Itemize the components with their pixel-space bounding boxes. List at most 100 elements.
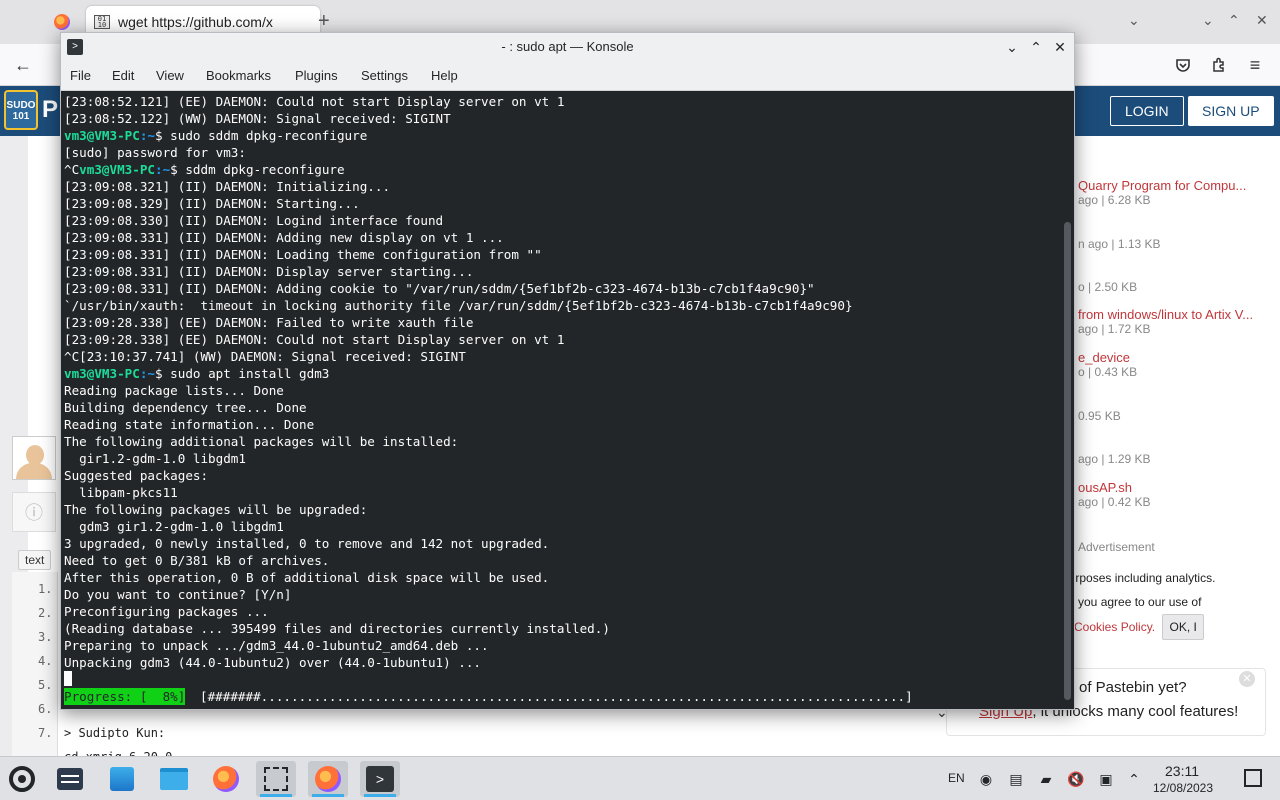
signup-button[interactable]: SIGN UP [1188,96,1274,126]
terminal-line: gdm3 gir1.2-gdm-1.0 libgdm1 [64,519,284,534]
spectacle-icon[interactable] [256,761,296,797]
paste-meta: o | 2.50 KB [1078,280,1138,294]
discover-store-icon[interactable] [102,761,142,797]
tab-list-chevron-icon[interactable]: ⌄ [1128,12,1140,29]
menu-bookmarks[interactable]: Bookmarks [206,68,271,83]
konsole-icon[interactable]: > [360,761,400,797]
firefox-active-icon[interactable] [308,761,348,797]
clipboard-icon[interactable]: ▤ [1006,769,1026,789]
cookie-ok-button[interactable]: OK, I [1162,614,1204,640]
terminal-line: [23:09:08.331] (II) DAEMON: Adding cooki… [64,281,815,296]
terminal-line: Building dependency tree... Done [64,400,307,415]
menu-settings[interactable]: Settings [361,68,408,83]
terminal-lines: [23:08:52.121] (EE) DAEMON: Could not st… [64,93,853,671]
list-item[interactable]: o | 2.50 KB [1078,265,1137,294]
paste-title-link[interactable]: ousAP.sh [1078,480,1151,495]
terminal-line: [23:09:08.331] (II) DAEMON: Adding new d… [64,230,504,245]
list-item[interactable]: 0.95 KB [1078,394,1121,423]
line-number: 1. [38,582,53,596]
pastebin-brand[interactable]: P [42,96,58,124]
clock-date[interactable]: 12/08/2023 [1148,781,1218,795]
window-titlebar[interactable]: - : sudo apt — Konsole > ⌄ ⌃ ✕ [61,33,1074,61]
extensions-icon[interactable] [1206,52,1232,78]
cookie-text-line: in, you agree to our use of [1062,595,1202,609]
window-maximize-icon[interactable]: ⌃ [1228,12,1240,29]
terminal-line: [23:09:08.331] (II) DAEMON: Display serv… [64,264,474,279]
chevron-up-icon[interactable]: ⌃ [1124,769,1144,789]
list-item[interactable]: ago | 1.29 KB [1078,437,1151,466]
notifications-icon[interactable]: ▰ [1036,769,1056,789]
menu-icon[interactable]: ≡ [1242,52,1268,78]
application-launcher-icon[interactable] [2,761,42,797]
prompt-path: :~ [139,128,155,143]
terminal-line: gir1.2-gdm-1.0 libgdm1 [64,451,246,466]
volume-muted-icon[interactable]: 🔇 [1066,769,1086,789]
window-close-icon[interactable]: ✕ [1050,37,1070,57]
close-icon[interactable]: ✕ [1239,671,1255,687]
arrow-left-icon[interactable]: ← [10,52,36,78]
list-item[interactable]: Quarry Program for Compu... ago | 6.28 K… [1078,178,1246,207]
paste-title-link[interactable] [1078,265,1137,280]
paste-title-link[interactable] [1078,394,1121,409]
firefox-icon[interactable] [206,761,246,797]
keyboard-layout-indicator[interactable]: EN [948,771,965,785]
network-icon[interactable]: ▣ [1096,769,1116,789]
avatar[interactable] [12,436,56,480]
paste-meta: n ago | 1.13 KB [1078,237,1161,251]
paste-title-link[interactable]: from windows/linux to Artix V... [1078,307,1253,322]
login-button[interactable]: LOGIN [1110,96,1184,126]
list-item[interactable]: n ago | 1.13 KB [1078,222,1161,251]
plus-icon[interactable]: + [318,10,330,33]
terminal-line: Reading package lists... Done [64,383,284,398]
pastebin-logo[interactable]: SUDO 101 [4,90,38,130]
dolphin-folder-icon[interactable] [154,761,194,797]
paste-meta: ago | 1.29 KB [1078,452,1151,466]
terminal-line: ^C[23:10:37.741] (WW) DAEMON: Signal rec… [64,349,466,364]
scrollbar-thumb[interactable] [1064,222,1071,700]
window-title: - : sudo apt — Konsole [501,39,634,54]
list-item[interactable]: from windows/linux to Artix V... ago | 1… [1078,307,1253,336]
konsole-window: - : sudo apt — Konsole > ⌄ ⌃ ✕ File Edit… [60,32,1075,710]
list-item[interactable]: ousAP.sh ago | 0.42 KB [1078,480,1151,509]
prompt-user: vm3@VM3-PC [79,162,155,177]
menu-help[interactable]: Help [431,68,458,83]
paste-meta: ago | 1.72 KB [1078,322,1151,336]
window-minimize-icon[interactable]: ⌄ [1202,12,1214,29]
pocket-icon[interactable] [1170,52,1196,78]
info-icon: ⓘ [12,492,56,532]
terminal-line: Unpacking gdm3 (44.0-1ubuntu2) over (44.… [64,655,482,670]
window-minimize-icon[interactable]: ⌄ [1002,37,1022,57]
window-close-icon[interactable]: ✕ [1256,12,1268,29]
menu-edit[interactable]: Edit [112,68,134,83]
terminal-output[interactable]: [23:08:52.121] (EE) DAEMON: Could not st… [61,92,1061,709]
line-number: 7. [38,726,53,740]
terminal-line: ^Cvm3@VM3-PC:~$ sddm dpkg-reconfigure [64,161,853,178]
terminal-line: [23:09:28.338] (EE) DAEMON: Failed to wr… [64,315,474,330]
konsole-app-icon[interactable]: > [67,39,83,55]
paste-title-link[interactable]: Quarry Program for Compu... [1078,178,1246,193]
syntax-tag[interactable]: text [18,550,52,570]
update-icon[interactable]: ◉ [976,769,996,789]
menu-bar: File Edit View Bookmarks Plugins Setting… [61,61,1074,91]
promo-text: of Pastebin yet? [1079,679,1187,696]
line-number: 2. [38,606,53,620]
clock-time[interactable]: 23:11 [1150,763,1214,779]
terminal-cursor [64,671,72,686]
paste-title-link[interactable] [1078,222,1161,237]
line-number: 3. [38,630,53,644]
scrollbar[interactable] [1061,92,1074,709]
menu-file[interactable]: File [70,68,91,83]
paste-title-link[interactable] [1078,437,1151,452]
menu-plugins[interactable]: Plugins [295,68,338,83]
apt-progress-label: Progress: [ 8%] [64,688,186,705]
paste-title-link[interactable]: e_device [1078,350,1137,365]
cookie-policy-link[interactable]: Cookies Policy. [1074,620,1155,634]
window-maximize-icon[interactable]: ⌃ [1026,37,1046,57]
terminal-line: 3 upgraded, 0 newly installed, 0 to remo… [64,536,550,551]
show-desktop-icon[interactable] [1244,769,1262,787]
paste-meta: ago | 6.28 KB [1078,193,1151,207]
list-item[interactable]: e_device o | 0.43 KB [1078,350,1137,379]
terminal-line: [23:09:28.338] (EE) DAEMON: Could not st… [64,332,565,347]
system-settings-icon[interactable] [50,761,90,797]
menu-view[interactable]: View [156,68,184,83]
